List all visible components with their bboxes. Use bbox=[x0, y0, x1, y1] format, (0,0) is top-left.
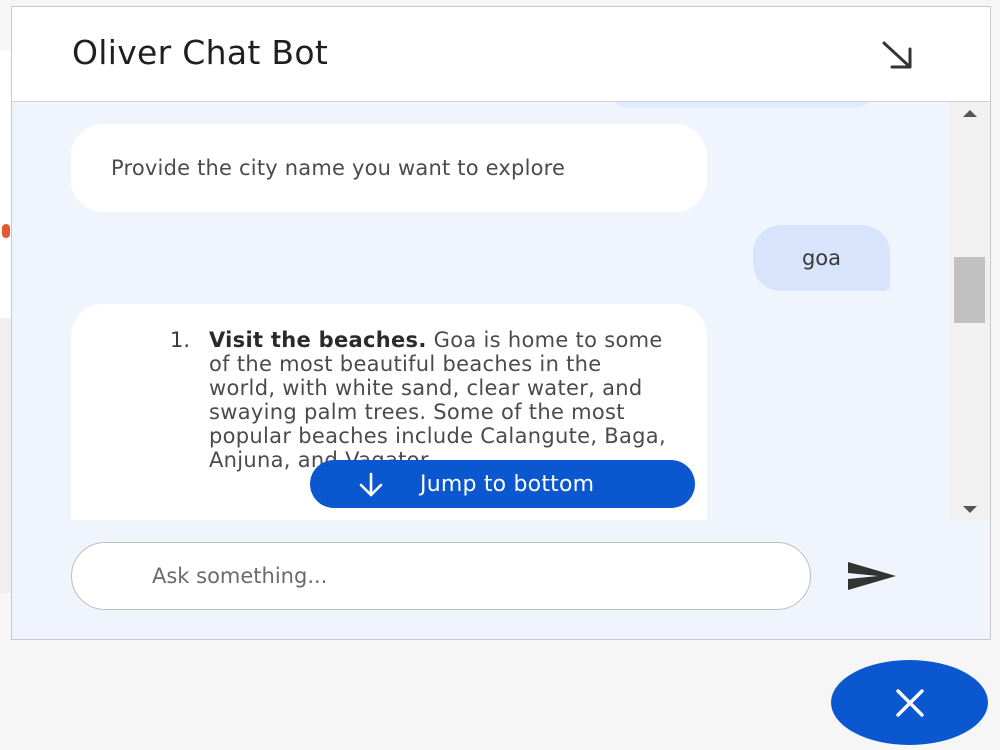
send-icon bbox=[848, 562, 896, 590]
list-number: 1. bbox=[170, 328, 191, 352]
chat-header: Oliver Chat Bot bbox=[12, 7, 990, 102]
jump-to-bottom-label: Jump to bottom bbox=[420, 472, 595, 497]
close-chat-button[interactable] bbox=[831, 660, 988, 745]
scrollbar-thumb[interactable] bbox=[954, 257, 985, 323]
user-message: goa bbox=[753, 225, 890, 291]
previous-message-edge bbox=[612, 102, 872, 108]
background-indicator bbox=[2, 224, 10, 238]
minimize-button[interactable] bbox=[878, 37, 918, 73]
input-area bbox=[12, 520, 990, 639]
list-item: Visit the beaches. Goa is home to some o… bbox=[209, 328, 669, 472]
scrollbar[interactable] bbox=[949, 102, 990, 520]
bot-message: Provide the city name you want to explor… bbox=[71, 124, 707, 212]
arrow-down-icon bbox=[359, 472, 383, 497]
ask-input[interactable] bbox=[71, 542, 811, 610]
list-item-heading: Visit the beaches. bbox=[209, 328, 427, 352]
send-button[interactable] bbox=[844, 558, 900, 594]
scroll-up-arrow[interactable] bbox=[963, 110, 977, 117]
chat-window: Oliver Chat Bot Provide the city name yo… bbox=[11, 6, 991, 640]
message-text: goa bbox=[801, 246, 842, 270]
chat-title: Oliver Chat Bot bbox=[72, 33, 329, 72]
scroll-down-arrow[interactable] bbox=[963, 506, 977, 513]
message-list[interactable]: Provide the city name you want to explor… bbox=[12, 102, 948, 520]
close-icon bbox=[896, 689, 924, 717]
message-text: Provide the city name you want to explor… bbox=[111, 156, 566, 180]
arrow-down-right-icon bbox=[882, 41, 912, 69]
jump-to-bottom-button[interactable]: Jump to bottom bbox=[310, 460, 695, 508]
